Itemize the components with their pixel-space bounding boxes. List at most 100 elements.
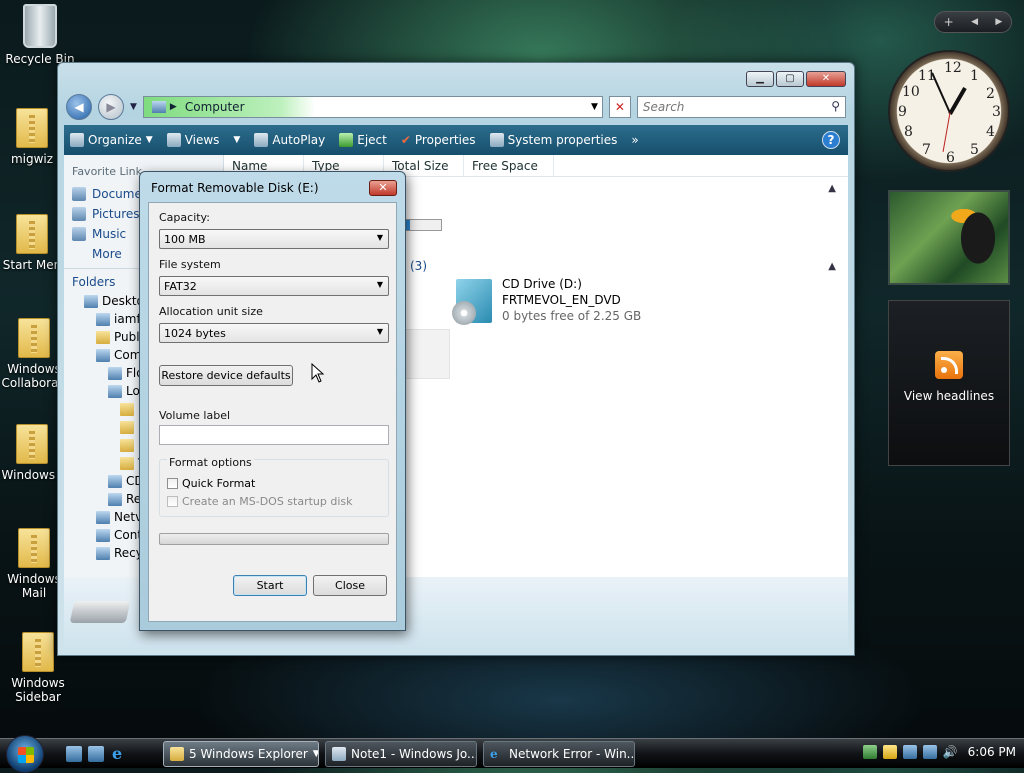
journal-icon	[332, 747, 346, 761]
msdos-startup-checkbox[interactable]: Create an MS-DOS startup disk	[167, 495, 353, 508]
minimize-button[interactable]: ▁	[746, 71, 774, 87]
language-icon[interactable]	[902, 745, 917, 759]
folder-icon	[120, 420, 134, 434]
desktop-icon-label: Windows I	[1, 468, 63, 482]
clock-number: 2	[986, 86, 995, 102]
previous-icon[interactable]: ◀	[971, 17, 978, 27]
properties-button[interactable]: ✔ Properties	[401, 133, 476, 147]
network-icon	[96, 510, 110, 524]
format-dialog: Format Removable Disk (E:) ✕ Capacity: 1…	[139, 171, 406, 631]
forward-button[interactable]: ▶	[98, 94, 124, 120]
desktop-icon-label: Windows Sidebar	[11, 676, 65, 704]
clock-number: 1	[970, 68, 979, 84]
tree-item-label: iamf	[114, 312, 141, 326]
back-button[interactable]: ◀	[66, 94, 92, 120]
system-properties-button[interactable]: System properties	[489, 133, 617, 147]
taskbar-item-journal[interactable]: Note1 - Windows Jo...	[325, 741, 477, 767]
collapse-group-icon[interactable]: ▲	[828, 261, 836, 272]
search-icon[interactable]: ⚲	[831, 99, 840, 113]
organize-button[interactable]: Organize ▼	[70, 133, 153, 147]
cd-drive-icon	[108, 474, 122, 488]
tree-item-label: Publ	[114, 330, 140, 344]
breadcrumb: ▶ Computer	[143, 97, 315, 117]
ie-icon: e	[490, 747, 498, 761]
autoplay-button[interactable]: AutoPlay	[254, 133, 325, 147]
window-controls: ▁ ▢ ✕	[746, 71, 846, 87]
volume-icon[interactable]: 🔊	[943, 745, 958, 759]
volume-label-input[interactable]	[159, 425, 389, 445]
feed-headlines-gadget[interactable]: View headlines	[888, 300, 1010, 466]
recycle-bin-icon	[96, 546, 110, 560]
help-icon[interactable]: ?	[822, 131, 840, 149]
slideshow-gadget[interactable]	[888, 190, 1010, 285]
taskbar: e 5 Windows Explorer ▼ Note1 - Windows J…	[0, 735, 1024, 773]
favorite-label: Pictures	[92, 207, 140, 221]
taskbar-item-network-error[interactable]: e Network Error - Win...	[483, 741, 635, 767]
breadcrumb-computer[interactable]: Computer	[185, 100, 245, 114]
control-panel-icon	[96, 528, 110, 542]
refresh-button[interactable]: ✕	[608, 96, 631, 118]
security-alert-icon[interactable]	[882, 745, 897, 759]
quick-format-checkbox[interactable]: Quick Format	[167, 477, 255, 490]
removable-drive-icon	[108, 492, 122, 506]
format-options-label: Format options	[167, 456, 254, 469]
restore-defaults-button[interactable]: Restore device defaults	[159, 365, 293, 386]
cd-drive-item[interactable]: CD Drive (D:) FRTMEVOL_EN_DVD 0 bytes fr…	[452, 277, 656, 331]
clock-number: 3	[992, 104, 1001, 120]
clock-number: 7	[922, 142, 931, 158]
next-icon[interactable]: ▶	[995, 17, 1002, 27]
clock-number: 6	[946, 150, 955, 166]
autoplay-label: AutoPlay	[272, 133, 326, 147]
cd-drive-label: FRTMEVOL_EN_DVD	[502, 293, 621, 307]
organize-label: Organize	[88, 133, 142, 147]
documents-icon	[72, 187, 86, 201]
clock-number: 8	[904, 124, 913, 140]
mouse-cursor-icon	[311, 363, 325, 383]
switch-windows-icon[interactable]	[88, 746, 104, 762]
properties-label: Properties	[414, 133, 476, 147]
add-gadget-icon[interactable]: +	[944, 15, 954, 29]
allocation-unit-select[interactable]: 1024 bytes	[159, 323, 389, 343]
msdos-startup-label: Create an MS-DOS startup disk	[182, 495, 353, 508]
cd-drive-disc-icon	[452, 301, 476, 325]
capacity-select[interactable]: 100 MB	[159, 229, 389, 249]
address-dropdown-icon[interactable]: ▼	[591, 102, 598, 112]
internet-explorer-icon[interactable]: e	[112, 746, 128, 762]
desktop-icon-label: Windows Mail	[7, 572, 61, 600]
view-headlines-link[interactable]: View headlines	[889, 389, 1009, 403]
start-button[interactable]	[6, 735, 44, 773]
dialog-body: Capacity: 100 MB File system FAT32 Alloc…	[148, 202, 397, 622]
tree-item-label: Netv	[114, 510, 143, 524]
views-button[interactable]: Views ▼	[166, 133, 240, 147]
maximize-button[interactable]: ▢	[776, 71, 804, 87]
more-commands-button[interactable]: »	[631, 133, 638, 147]
recent-pages-chevron-icon[interactable]: ▼	[130, 102, 137, 112]
breadcrumb-separator-icon[interactable]: ▶	[170, 102, 177, 112]
eject-button[interactable]: Eject	[339, 133, 387, 147]
network-connection-icon[interactable]	[922, 745, 937, 759]
column-free-space[interactable]: Free Space	[464, 155, 554, 176]
folders-heading-label: Folders	[72, 275, 116, 289]
system-clock[interactable]: 6:06 PM	[968, 745, 1016, 759]
dialog-close-button[interactable]: ✕	[369, 180, 397, 196]
taskbar-item-windows-explorer[interactable]: 5 Windows Explorer ▼	[163, 741, 319, 767]
search-input[interactable]: Search ⚲	[636, 96, 846, 118]
task-label: 5 Windows Explorer	[189, 747, 308, 761]
clock-gadget[interactable]: 12 1 2 3 4 5 6 7 8 9 10 11	[888, 50, 1010, 172]
file-system-select[interactable]: FAT32	[159, 276, 389, 296]
desktop-icon-label: Start Men	[2, 258, 62, 272]
format-progress-bar	[159, 533, 389, 545]
cd-drive-free: 0 bytes free of 2.25 GB	[502, 309, 642, 323]
close-window-button[interactable]: ✕	[806, 71, 846, 87]
start-button[interactable]: Start	[233, 575, 307, 596]
floppy-drive-icon	[108, 366, 122, 380]
address-bar[interactable]: ▶ Computer ▼	[142, 96, 603, 118]
show-desktop-icon[interactable]	[66, 746, 82, 762]
desktop-icon-recycle-bin[interactable]: Recycle Bin	[0, 4, 80, 66]
network-status-icon[interactable]	[862, 745, 877, 759]
close-button[interactable]: Close	[313, 575, 387, 596]
collapse-group-icon[interactable]: ▲	[828, 183, 836, 194]
clock-number: 12	[944, 60, 962, 76]
dialog-title: Format Removable Disk (E:)	[151, 181, 319, 195]
clock-number: 9	[898, 104, 907, 120]
